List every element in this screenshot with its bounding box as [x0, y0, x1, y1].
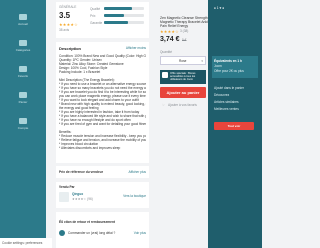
heart-icon [19, 66, 27, 72]
sidebar-item-cart[interactable]: Panier [10, 92, 36, 106]
description-body: Condition: 100% Brand New and Good Quali… [59, 54, 146, 160]
rating-label: GÉNÉRALE [59, 5, 77, 9]
sidebar-item-label: Catégories [15, 48, 31, 52]
delivery-card: Éß ction de retour et remboursement Comm… [56, 212, 149, 248]
rating-count: 38 avis [59, 28, 70, 32]
rating-bar-fill [104, 21, 128, 24]
rating-breakdown-label: Qualité [90, 7, 101, 11]
sidebar-item-home[interactable]: Accueil [10, 14, 36, 28]
delivery-title: Éß ction de retour et remboursement [59, 220, 115, 224]
price-info-title: Prix de référence du vendeur [59, 170, 103, 174]
right-line: Ajouté dans le panier [214, 86, 244, 90]
rating-card: GÉNÉRALE 3.5 ★★★★☆ 38 avis Qualité Prix … [56, 2, 149, 38]
sidebar-item-label: Favoris [18, 74, 28, 78]
sidebar-item-label: Accueil [18, 22, 28, 26]
rating-bar-fill [104, 14, 124, 17]
right-line: Joom [214, 64, 222, 68]
product-reviews[interactable]: 3 (38) [180, 29, 188, 33]
chevron-down-icon: ▾ [201, 59, 203, 63]
product-price: 3,74 € [160, 36, 180, 43]
vendor-title: Vendu Par [59, 185, 75, 189]
description-toggle[interactable]: Afficher moins [126, 46, 146, 50]
delivery-item[interactable]: Commander un (vrai) long délai ? [68, 231, 115, 235]
rating-bar-fill [104, 7, 132, 10]
right-line: Découvrez [214, 93, 230, 97]
rating-score: 3.5 [59, 11, 71, 20]
product-stars: ★★★★☆ [160, 29, 179, 34]
rating-breakdown-label: Garantie [90, 21, 103, 25]
right-header: ● 1 ♥ ● [214, 6, 225, 10]
user-icon [19, 118, 27, 124]
rating-bar [104, 14, 144, 17]
description-title: Description [59, 46, 82, 51]
sidebar-item-favorites[interactable]: Favoris [10, 66, 36, 80]
description-line: * If you are tired of gym and want for d… [59, 122, 146, 126]
see-all-button[interactable]: Tout voir [214, 122, 254, 130]
right-line: Meilleures ventes [214, 107, 239, 111]
add-to-wishlist-button[interactable]: Ajouter à vos favoris [168, 103, 197, 107]
left-sidebar: Accueil Catégories Favoris Panier Compte [0, 0, 46, 248]
rating-bar [104, 21, 144, 24]
price-info-action[interactable]: Afficher plus [129, 170, 146, 174]
description-card: Description Afficher moins Condition: 10… [56, 42, 149, 163]
joom-logo-icon [162, 72, 168, 78]
vendor-store-link[interactable]: Vers la boutique [123, 194, 146, 198]
right-line: Offre pour 2€ ou plus [214, 69, 244, 73]
description-line: * Alleviates discomforts and improves sl… [59, 146, 121, 150]
sidebar-item-account[interactable]: Compte [10, 118, 36, 132]
home-icon [19, 14, 27, 20]
quantity-select[interactable]: Rose ▾ [160, 56, 206, 65]
cart-icon [19, 92, 27, 98]
rating-bar [104, 7, 144, 10]
promo-text: Offre spéciale : Bonus accessibles à tou… [170, 72, 196, 81]
cookie-banner[interactable]: Cookie settings: preferences [0, 238, 52, 248]
price-info-card[interactable]: Prix de référence du vendeur Afficher pl… [56, 166, 149, 178]
right-line: Équivalents en 1 h [214, 59, 242, 63]
vendor-name[interactable]: Qinguo [72, 192, 83, 196]
quantity-label: Quantité [160, 50, 173, 54]
main-content: GÉNÉRALE 3.5 ★★★★☆ 38 avis Qualité Prix … [56, 0, 149, 248]
quantity-value: Rose [179, 59, 187, 63]
promo-banner: Offre spéciale : Bonus accessibles à tou… [160, 70, 206, 84]
rating-breakdown-label: Prix [90, 14, 96, 18]
sidebar-item-label: Compte [17, 126, 29, 130]
grid-icon [19, 40, 27, 46]
right-line: Articles similaires [214, 100, 239, 104]
right-panel: ● 1 ♥ ● Équivalents en 1 h Joom Offre po… [208, 0, 262, 248]
chat-icon [59, 230, 65, 236]
add-to-cart-button[interactable]: Ajouter au panier [160, 87, 206, 98]
heart-icon: ♡ [162, 103, 165, 107]
sidebar-item-categories[interactable]: Catégories [10, 40, 36, 54]
sidebar-item-label: Panier [18, 100, 28, 104]
delivery-more[interactable]: Voir plus [134, 231, 146, 235]
vendor-avatar [59, 192, 69, 202]
product-old-price: 5 € [182, 38, 187, 42]
product-title-line: Pain Relief Energy [160, 24, 189, 28]
vendor-card: Vendu Par Qinguo ★★★★☆ (96) Vers la bout… [56, 182, 149, 208]
right-promo-panel[interactable]: Équivalents en 1 h Joom Offre pour 2€ ou… [212, 56, 258, 78]
rating-stars: ★★★★☆ [59, 22, 78, 27]
vendor-rating: ★★★★☆ (96) [72, 197, 93, 201]
